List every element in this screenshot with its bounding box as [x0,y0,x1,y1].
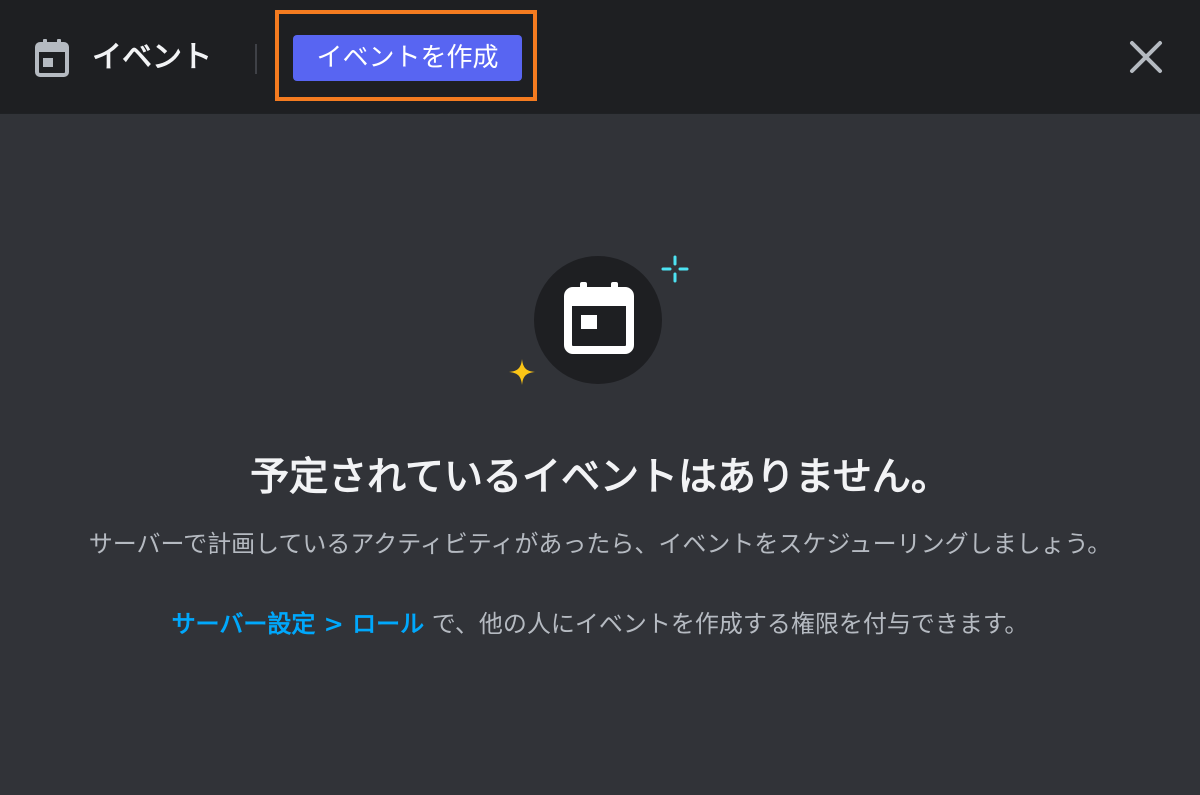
page-title: イベント [92,40,212,75]
create-event-button[interactable]: イベントを作成 [293,35,522,81]
sparkle-icon [509,359,535,385]
empty-state-illustration [500,240,700,400]
close-icon[interactable] [1124,35,1168,79]
permission-hint-text: で、他の人にイベントを作成する権限を付与できます。 [424,610,1029,638]
empty-state-description: サーバーで計画しているアクティビティがあったら、イベントをスケジューリングしまし… [88,530,1112,558]
calendar-icon [564,282,634,354]
events-header: イベント イベントを作成 [0,0,1200,113]
empty-state-title: 予定されているイベントはありません。 [250,455,950,500]
calendar-icon [35,39,69,77]
header-divider [255,44,257,74]
sparkle-icon [661,255,689,283]
permission-hint: サーバー設定 > ロール で、他の人にイベントを作成する権限を付与できます。 [0,604,1200,644]
server-settings-link[interactable]: サーバー設定 > ロール [172,610,425,638]
